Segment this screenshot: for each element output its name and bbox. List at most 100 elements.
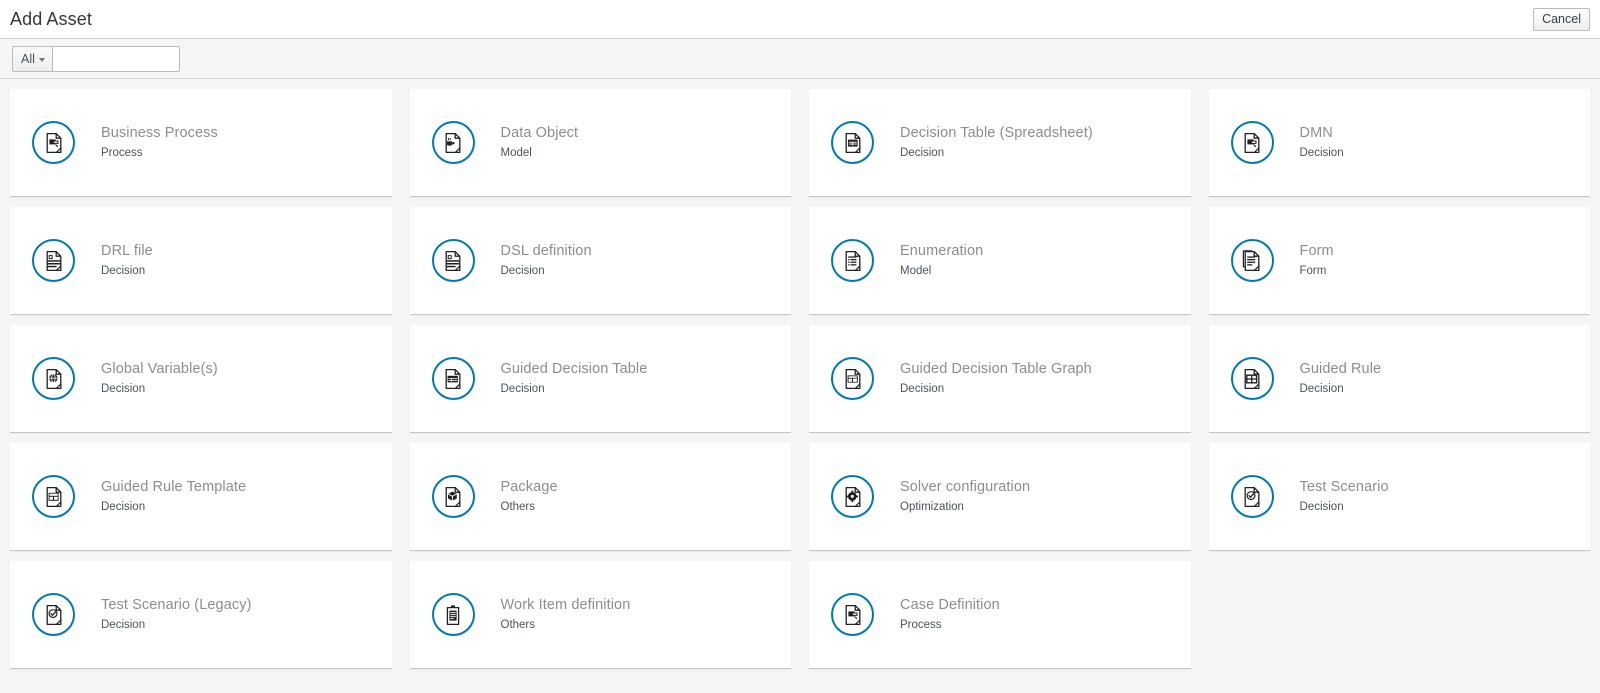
asset-card-text: Business Process Process [101,126,218,159]
asset-card-title: Case Definition [900,597,1000,613]
java-object-document-icon [431,121,475,164]
process-document-icon [1230,121,1274,164]
asset-card-category: Decision [101,382,146,395]
asset-type-filter-label: All [21,51,35,66]
check-circle-document-icon [32,593,75,636]
asset-card-text: Guided Decision Table Graph Decision [900,362,1092,395]
asset-card-text: Solver configuration Optimization [900,480,1030,513]
spreadsheet-document-icon [831,121,874,164]
asset-card[interactable]: Guided Rule Decision [1208,325,1590,433]
asset-card-title: Test Scenario (Legacy) [101,597,252,613]
asset-card-text: Work Item definition Others [501,598,631,631]
asset-card-category: Others [500,618,536,631]
asset-type-filter-dropdown[interactable]: All [12,45,52,72]
asset-card[interactable]: DMN Decision [1208,89,1590,197]
globe-document-icon [32,357,75,400]
asset-card-category: Decision [101,618,146,631]
asset-card-title: Guided Rule Template [101,479,247,495]
form-document-icon [1230,239,1274,282]
clipboard-icon [431,593,475,636]
asset-card-category: Decision [101,500,146,513]
asset-card-category: Decision [1299,382,1344,395]
asset-card-title: Solver configuration [900,479,1031,495]
asset-card-title: Guided Decision Table Graph [900,361,1092,377]
asset-card[interactable]: Decision Table (Spreadsheet) Decision [809,89,1191,197]
asset-card[interactable]: Test Scenario Decision [1208,443,1590,551]
asset-card-title: Test Scenario [1299,479,1389,495]
asset-card-title: Data Object [500,125,579,141]
asset-card-title: Package [500,479,558,495]
asset-card-category: Process [101,146,143,159]
asset-card-text: DSL definition Decision [501,244,592,277]
asset-card[interactable]: Enumeration Model [809,207,1191,315]
list-document-icon [831,239,874,282]
asset-card-category: Decision [1299,146,1344,159]
asset-card-text: Guided Rule Decision [1300,362,1382,395]
grid-document-icon [1230,357,1274,400]
asset-card[interactable]: Data Object Model [409,89,791,197]
asset-card-category: Others [500,500,536,513]
asset-card[interactable]: Global Variable(s) Decision [10,325,392,433]
asset-card[interactable]: Solver configuration Optimization [809,443,1191,551]
rule-file-document-icon [32,239,75,282]
asset-card-category: Optimization [900,500,964,513]
asset-card[interactable]: Test Scenario (Legacy) Decision [10,561,392,669]
asset-card-category: Form [1299,264,1327,277]
asset-card-text: Case Definition Process [900,598,1000,631]
rule-file-document-icon [431,239,475,282]
asset-card-category: Model [900,264,932,277]
asset-card-text: Data Object Model [501,126,579,159]
asset-card-text: DMN Decision [1300,126,1344,159]
asset-card-text: Test Scenario Decision [1300,480,1389,513]
asset-card-title: Work Item definition [500,597,631,613]
asset-card-category: Model [500,146,532,159]
asset-grid: Business Process Process Data Object Model D… [0,79,1600,669]
process-document-icon [831,593,874,636]
asset-card-text: Package Others [501,480,558,513]
asset-card-category: Decision [101,264,146,277]
asset-card-title: DRL file [101,243,153,259]
chevron-down-icon [38,57,45,62]
asset-card-text: Form Form [1300,244,1334,277]
asset-card-category: Process [900,618,942,631]
asset-card-title: Guided Decision Table [500,361,648,377]
table-document-icon [431,357,475,400]
empty-grid-slot [1209,561,1591,669]
filter-bar: All [0,39,1600,79]
asset-card[interactable]: DRL file Decision [10,207,392,315]
asset-card[interactable]: Case Definition Process [809,561,1191,669]
asset-card-title: DMN [1299,125,1333,141]
asset-card-text: Enumeration Model [900,244,983,277]
asset-card-title: Global Variable(s) [101,361,218,377]
asset-card-text: Test Scenario (Legacy) Decision [101,598,252,631]
gear-document-icon [831,475,874,518]
asset-card-title: Decision Table (Spreadsheet) [900,125,1093,141]
asset-card[interactable]: DSL definition Decision [409,207,791,315]
asset-card-category: Decision [500,264,545,277]
asset-card-category: Decision [1299,500,1344,513]
asset-card[interactable]: Guided Rule Template Decision [10,443,392,551]
asset-card[interactable]: Package Others [409,443,791,551]
asset-card-text: Guided Rule Template Decision [101,480,246,513]
table-graph-document-icon [831,357,874,400]
asset-card[interactable]: Guided Decision Table Decision [409,325,791,433]
asset-card[interactable]: Guided Decision Table Graph Decision [809,325,1191,433]
add-asset-screen: Add Asset Cancel All Business Process Pro… [0,0,1600,669]
asset-card-text: Decision Table (Spreadsheet) Decision [900,126,1093,159]
cancel-button[interactable]: Cancel [1533,8,1590,31]
asset-card-title: Guided Rule [1299,361,1382,377]
asset-card-title: Business Process [101,125,218,141]
asset-card[interactable]: Business Process Process [10,89,392,197]
asset-card-title: Form [1299,243,1334,259]
asset-card[interactable]: Work Item definition Others [409,561,791,669]
asset-card-text: Global Variable(s) Decision [101,362,218,395]
asset-card-category: Decision [900,146,945,159]
asset-card-title: Enumeration [900,243,984,259]
header-bar: Add Asset Cancel [0,0,1600,39]
package-document-icon [431,475,475,518]
search-input[interactable] [51,45,180,72]
template-document-icon [32,475,75,518]
asset-card-category: Decision [500,382,545,395]
asset-card-text: DRL file Decision [101,244,153,277]
asset-card[interactable]: Form Form [1208,207,1590,315]
